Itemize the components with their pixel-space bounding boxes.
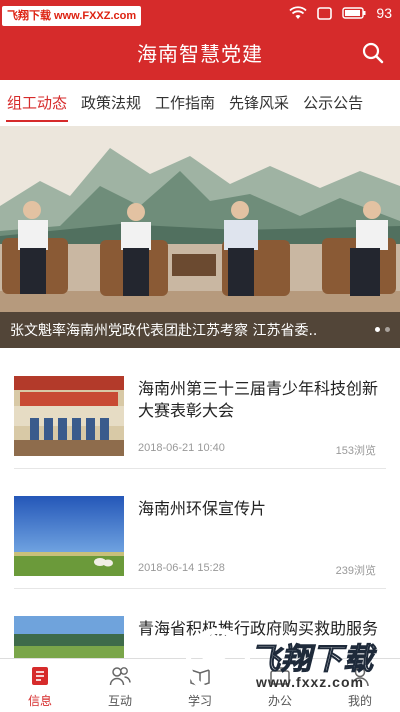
fxxz-watermark-logo: 飞翔下载 www.fxxz.com (186, 612, 396, 712)
info-document-icon (32, 667, 48, 685)
battery-level: 93 (376, 5, 392, 21)
search-icon (362, 42, 384, 64)
fxxz-logo-icon (186, 628, 250, 694)
news-thumbnail (14, 496, 124, 576)
tab-pioneer-style[interactable]: 先锋风采 (222, 80, 296, 126)
nav-interact[interactable]: 互动 (80, 659, 160, 712)
banner-carousel[interactable]: 张文魁率海南州党政代表团赴江苏考察 江苏省委.. (0, 126, 400, 348)
carousel-dot (385, 327, 390, 332)
battery-icon (342, 7, 366, 19)
news-date: 2018-06-14 15:28 (138, 562, 225, 574)
fxxz-logo-url: www.fxxz.com (256, 674, 364, 690)
carousel-indicator (375, 327, 390, 332)
banner-caption-bar: 张文魁率海南州党政代表团赴江苏考察 江苏省委.. (0, 312, 400, 348)
wifi-icon (289, 6, 308, 19)
people-icon (109, 667, 131, 686)
list-item[interactable]: 海南州第三十三届青少年科技创新大赛表彰大会 2018-06-21 10:40 1… (0, 348, 400, 468)
news-title: 海南州第三十三届青少年科技创新大赛表彰大会 (138, 379, 379, 420)
page-title: 海南智慧党建 (137, 42, 263, 66)
window-icon (317, 6, 333, 20)
news-title: 海南州环保宣传片 (138, 499, 267, 518)
app-header: 飞翔下载 www.FXXZ.com 93 海南智慧党建 (0, 0, 400, 80)
watermark-badge: 飞翔下载 www.FXXZ.com (2, 6, 142, 26)
list-item[interactable]: 海南州环保宣传片 2018-06-14 15:28 239浏览 (0, 468, 400, 588)
search-button[interactable] (360, 40, 386, 66)
nav-interact-label: 互动 (107, 694, 132, 708)
category-tabs: 组工动态 政策法规 工作指南 先锋风采 公示公告 (0, 80, 400, 126)
status-bar: 93 (289, 3, 392, 23)
news-thumbnail (14, 376, 124, 456)
fxxz-logo-name: 飞翔下载 (250, 642, 374, 678)
tab-public-notice[interactable]: 公示公告 (296, 80, 370, 126)
carousel-dot-active (375, 327, 380, 332)
news-views: 239浏览 (335, 565, 376, 577)
nav-info-label: 信息 (27, 694, 52, 708)
tab-policy-regulations[interactable]: 政策法规 (74, 80, 148, 126)
tab-organization-news[interactable]: 组工动态 (0, 80, 74, 126)
news-date: 2018-06-21 10:40 (138, 442, 225, 454)
banner-caption: 张文魁率海南州党政代表团赴江苏考察 江苏省委.. (10, 323, 318, 339)
tab-work-guide[interactable]: 工作指南 (148, 80, 222, 126)
news-views: 153浏览 (335, 445, 376, 457)
nav-info[interactable]: 信息 (0, 659, 80, 712)
